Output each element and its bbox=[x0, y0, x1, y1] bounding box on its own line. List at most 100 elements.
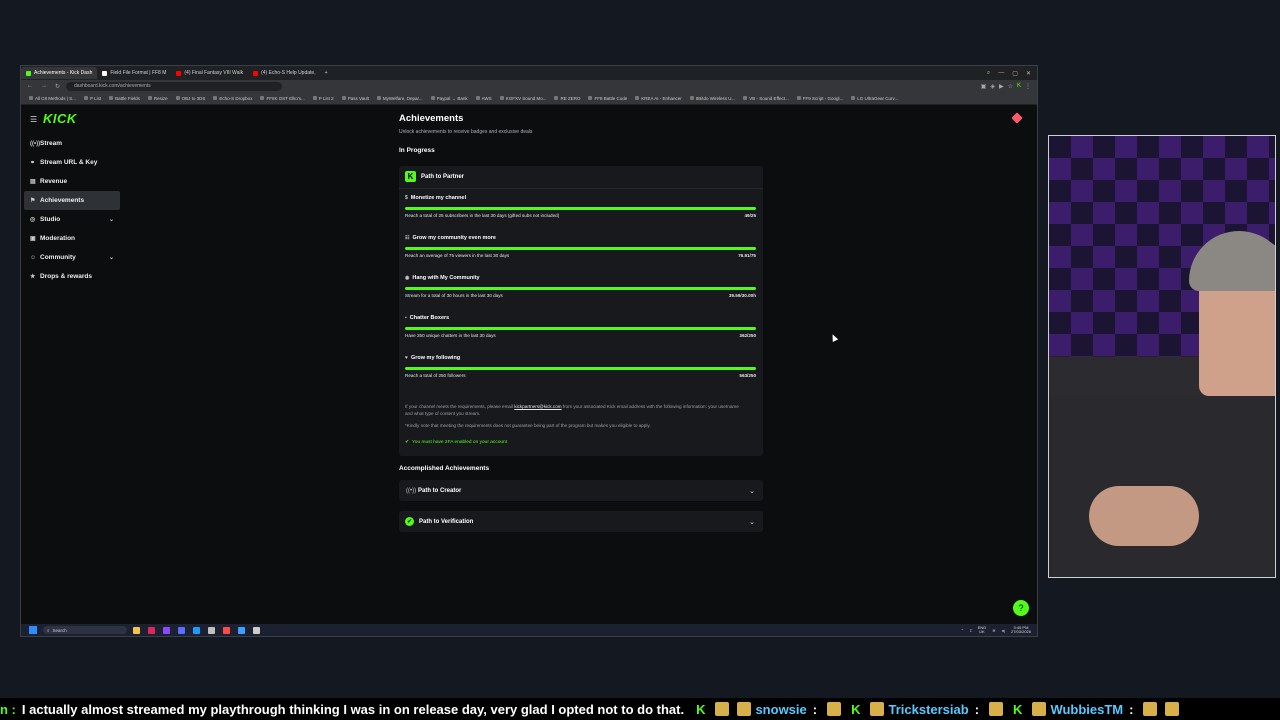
partner-disclaimer: *Kindly note that meeting the requiremen… bbox=[405, 423, 651, 428]
bookmark-item[interactable]: RE ZERO bbox=[554, 96, 580, 101]
bookmark-star-icon[interactable]: ☆ bbox=[1008, 83, 1013, 90]
bookmark-item[interactable]: P List bbox=[83, 96, 101, 101]
bookmark-label: Paypal → Bank bbox=[436, 95, 468, 101]
wifi-icon[interactable]: ≋ bbox=[992, 628, 995, 633]
tray-chevron-icon[interactable]: ⌃ bbox=[961, 628, 964, 633]
kick-badge-icon: K bbox=[405, 171, 416, 182]
goal-value: 362/250 bbox=[739, 333, 756, 338]
verified-badge-icon: ✔ bbox=[405, 517, 414, 526]
tab-echo-s-update[interactable]: (4) Echo-S Help Update, bbox=[248, 67, 320, 79]
bookmark-item[interactable]: Echo-S Dropbox bbox=[213, 96, 252, 101]
mouse-cursor-icon bbox=[829, 333, 839, 342]
sidebar-item-label: Stream bbox=[40, 140, 63, 147]
broadcast-icon: ◉ bbox=[405, 275, 410, 281]
bookmark-favicon-icon bbox=[635, 96, 640, 100]
bookmark-item[interactable]: All C8 Methods | S... bbox=[29, 96, 76, 101]
chevron-down-icon[interactable]: ⌄ bbox=[749, 487, 755, 495]
kick-extension-icon[interactable]: K bbox=[1017, 83, 1021, 90]
bookmark-item[interactable]: FF9 Script - Googl... bbox=[796, 96, 843, 101]
bookmark-item[interactable]: VB - Sound Effect... bbox=[743, 96, 789, 101]
app-icon[interactable] bbox=[238, 626, 245, 634]
sidebar-item-revenue[interactable]: ▤ Revenue bbox=[24, 172, 120, 191]
chevron-down-icon[interactable]: ⌄ bbox=[749, 518, 755, 526]
sidebar-item-achievements[interactable]: ⚑ Achievements bbox=[24, 191, 120, 210]
goal-title: Chatter Boxers bbox=[409, 315, 450, 321]
bookmark-item[interactable]: KREA AI - Enhancer bbox=[635, 96, 682, 101]
tab-label: Field File Format | FF8 M bbox=[110, 70, 167, 76]
chat-ticker: n : I actually almost streamed my playth… bbox=[0, 698, 1280, 720]
kick-logo[interactable]: KICK bbox=[43, 111, 77, 126]
bookmark-label: FFIIK OST Elko's... bbox=[266, 95, 305, 101]
in-progress-heading: In Progress bbox=[399, 147, 435, 154]
bookmark-item[interactable]: FF8 Battle Code bbox=[588, 96, 627, 101]
bookmark-item[interactable]: AWS bbox=[475, 96, 492, 101]
bookmark-item[interactable]: P List 2 bbox=[312, 96, 334, 101]
trophy-icon: ⚑ bbox=[30, 198, 36, 204]
extension-icon[interactable]: ▣ bbox=[981, 83, 987, 90]
extension-icon[interactable]: ◈ bbox=[990, 83, 995, 90]
bookmark-item[interactable]: FFIIK OST Elko's... bbox=[260, 95, 305, 101]
sidebar-item-stream-url-key[interactable]: ⚭ Stream URL & Key bbox=[24, 153, 120, 172]
taskbar-search[interactable]: ⌕ Search bbox=[43, 626, 127, 634]
tab-achievements[interactable]: Achievements - Kick Dash bbox=[21, 67, 98, 79]
app-icon[interactable] bbox=[163, 626, 170, 634]
app-icon[interactable] bbox=[178, 626, 185, 634]
tab-field-file-format[interactable]: Field File Format | FF8 M bbox=[97, 67, 171, 79]
chevron-down-icon[interactable]: ⌄ bbox=[109, 254, 114, 261]
bookmark-item[interactable]: 8Bitdo Wireless U... bbox=[689, 96, 735, 101]
sidebar-item-moderation[interactable]: ▣ Moderation bbox=[24, 229, 120, 248]
partner-email-link[interactable]: kickpartners@kick.com bbox=[514, 404, 561, 409]
profile-avatar[interactable] bbox=[1011, 112, 1023, 124]
tab-ff8-walkthrough[interactable]: (4) Final Fantasy VIII Walk bbox=[171, 67, 248, 79]
bookmark-item[interactable]: OBJ to 3DS bbox=[175, 96, 205, 101]
menu-dots-icon[interactable]: ⋮ bbox=[1025, 83, 1031, 90]
accordion-path-to-creator[interactable]: ((•)) Path to Creator ⌄ bbox=[399, 480, 763, 501]
accordion-path-to-verification[interactable]: ✔ Path to Verification ⌄ bbox=[399, 511, 763, 532]
bookmark-item[interactable]: LG UltraGear Curv... bbox=[851, 96, 898, 101]
app-icon[interactable] bbox=[208, 626, 215, 634]
heart-icon: ♥ bbox=[405, 355, 408, 361]
bookmark-item[interactable]: Resize bbox=[147, 96, 168, 101]
bookmark-item[interactable]: Paypal → Bank bbox=[430, 95, 468, 101]
app-icon[interactable] bbox=[148, 626, 155, 634]
new-tab-button[interactable]: + bbox=[321, 70, 332, 76]
goal-following: ♥ Grow my following Reach a total of 250 … bbox=[405, 355, 756, 378]
volume-icon[interactable]: ◂) bbox=[1002, 628, 1005, 633]
network-icon[interactable]: ⟟ bbox=[970, 628, 972, 633]
forward-icon[interactable]: → bbox=[41, 83, 47, 90]
bookmark-item[interactable]: Battle Fields bbox=[109, 96, 140, 101]
file-explorer-icon[interactable] bbox=[133, 626, 140, 634]
back-icon[interactable]: ← bbox=[27, 83, 33, 90]
bookmark-label: LG UltraGear Curv... bbox=[857, 95, 899, 101]
url-input[interactable]: dashboard.kick.com/achievements bbox=[66, 81, 283, 91]
app-icon[interactable] bbox=[223, 626, 230, 634]
search-icon: ⌕ bbox=[47, 627, 50, 633]
hamburger-menu-icon[interactable]: ☰ bbox=[30, 115, 37, 124]
goal-title: Grow my following bbox=[410, 355, 461, 361]
clock[interactable]: 3:45 PM 27/03/2026 bbox=[1011, 625, 1031, 635]
ticker-username: snowsie bbox=[755, 701, 807, 717]
sidebar-item-studio[interactable]: ◎ Studio ⌄ bbox=[24, 210, 120, 229]
extension-icon[interactable]: ▶ bbox=[999, 83, 1004, 90]
bookmark-item[interactable]: MyWelfare, Depar... bbox=[376, 96, 423, 101]
chevron-down-icon[interactable]: ⌄ bbox=[109, 216, 114, 223]
bookmark-favicon-icon bbox=[109, 96, 114, 100]
close-icon[interactable]: ✕ bbox=[1026, 70, 1031, 77]
help-chat-button[interactable]: ? bbox=[1013, 600, 1029, 616]
app-icon[interactable] bbox=[253, 626, 260, 634]
maximize-icon[interactable]: ▢ bbox=[1012, 70, 1018, 77]
minimize-icon[interactable]: — bbox=[998, 70, 1004, 77]
bookmark-item[interactable]: Pass Vault bbox=[341, 96, 369, 101]
language-indicator[interactable]: ENG UK bbox=[978, 625, 987, 635]
windows-start-icon[interactable] bbox=[29, 626, 37, 634]
steam-icon[interactable] bbox=[193, 626, 200, 634]
bookmark-item[interactable]: KOFXV Sound Mo... bbox=[499, 96, 546, 101]
sidebar-item-drops-rewards[interactable]: ★ Drops & rewards bbox=[24, 267, 120, 286]
search-tabs-icon[interactable]: ⌕ bbox=[987, 70, 990, 77]
page-subtitle: Unlock achievements to receive badges an… bbox=[399, 129, 533, 135]
sidebar-item-stream[interactable]: ((•)) Stream bbox=[24, 134, 120, 153]
accordion-label: Path to Creator bbox=[418, 487, 462, 494]
bookmark-favicon-icon bbox=[851, 96, 856, 100]
reload-icon[interactable]: ↻ bbox=[55, 83, 60, 90]
sidebar-item-community[interactable]: ☺ Community ⌄ bbox=[24, 248, 120, 267]
